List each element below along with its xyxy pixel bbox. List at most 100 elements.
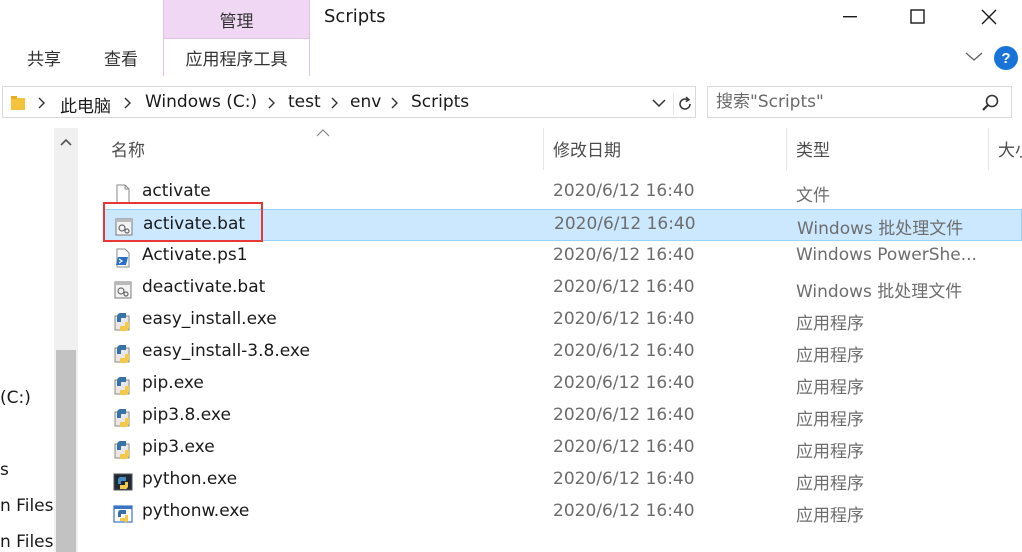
nav-item-program-files-x86[interactable]: n Files xyxy=(0,532,53,552)
breadcrumb-separator-icon[interactable] xyxy=(37,97,47,109)
breadcrumb-this-pc[interactable]: 此电脑 xyxy=(60,92,111,117)
tab-share[interactable]: 共享 xyxy=(12,38,76,76)
breadcrumb-drive-c[interactable]: Windows (C:) xyxy=(145,92,257,112)
file-name: pip.exe xyxy=(142,373,204,393)
file-type: 应用程序 xyxy=(796,378,864,398)
generic-file-icon xyxy=(116,184,130,204)
file-name: deactivate.bat xyxy=(142,277,266,297)
python-exe-icon xyxy=(114,376,130,396)
file-type: 应用程序 xyxy=(796,474,864,494)
file-type: 应用程序 xyxy=(796,506,864,526)
breadcrumb-scripts[interactable]: Scripts xyxy=(411,92,469,112)
breadcrumb-test[interactable]: test xyxy=(288,92,321,112)
file-date: 2020/6/12 16:40 xyxy=(553,373,695,393)
minimize-icon xyxy=(843,16,857,18)
breadcrumb-separator-icon[interactable] xyxy=(330,97,340,109)
file-type: 应用程序 xyxy=(796,314,864,334)
file-row[interactable]: deactivate.bat 2020/6/12 16:40 Windows 批… xyxy=(103,273,1022,305)
python-exe-icon xyxy=(114,408,130,428)
scroll-up-button[interactable] xyxy=(54,128,78,156)
batch-file-icon xyxy=(114,281,132,299)
file-row[interactable]: Activate.ps1 2020/6/12 16:40 Windows Pow… xyxy=(103,241,1022,273)
close-icon xyxy=(981,9,997,25)
batch-file-icon xyxy=(115,218,133,236)
help-button[interactable]: ? xyxy=(994,46,1018,70)
file-row[interactable]: pythonw.exe 2020/6/12 16:40 应用程序 xyxy=(103,497,1022,529)
file-name: easy_install.exe xyxy=(142,309,277,329)
file-row[interactable]: easy_install.exe 2020/6/12 16:40 应用程序 xyxy=(103,305,1022,337)
search-input[interactable] xyxy=(716,91,966,113)
file-date: 2020/6/12 16:40 xyxy=(553,437,695,457)
sort-ascending-icon xyxy=(316,129,330,137)
column-header-date-modified[interactable]: 修改日期 xyxy=(553,124,621,172)
file-name: Activate.ps1 xyxy=(142,245,248,265)
title-bar: 管理 Scripts xyxy=(0,0,1022,38)
navigation-scrollbar[interactable] xyxy=(54,128,78,552)
file-type: Windows 批处理文件 xyxy=(796,282,963,302)
chevron-up-icon xyxy=(60,138,72,146)
file-row[interactable]: python.exe 2020/6/12 16:40 应用程序 xyxy=(103,465,1022,497)
python-exe-icon xyxy=(114,312,130,332)
breadcrumb-separator-icon[interactable] xyxy=(390,97,400,109)
breadcrumb-separator-icon[interactable] xyxy=(267,97,277,109)
nav-item-drive-c[interactable]: (C:) xyxy=(0,388,31,408)
tab-application-tools[interactable]: 应用程序工具 xyxy=(163,38,310,76)
file-date: 2020/6/12 16:40 xyxy=(553,341,695,361)
maximize-button[interactable] xyxy=(894,0,942,34)
file-name: activate.bat xyxy=(143,214,246,234)
tab-view[interactable]: 查看 xyxy=(88,38,154,76)
refresh-button[interactable] xyxy=(673,93,695,115)
python-exe-icon xyxy=(114,344,130,364)
chevron-down-icon xyxy=(652,99,666,107)
address-history-dropdown[interactable] xyxy=(649,95,669,111)
search-icon[interactable] xyxy=(980,92,1002,114)
file-type: 应用程序 xyxy=(796,442,864,462)
nav-item-folder[interactable]: s xyxy=(0,460,9,480)
file-row[interactable]: pip3.8.exe 2020/6/12 16:40 应用程序 xyxy=(103,401,1022,433)
file-name: pip3.exe xyxy=(142,437,215,457)
file-name: python.exe xyxy=(142,469,238,489)
file-date: 2020/6/12 16:40 xyxy=(553,181,695,201)
file-list: 名称 修改日期 类型 大小 activate 2020/6/12 16:40 文… xyxy=(80,124,1022,552)
file-name: activate xyxy=(142,181,211,201)
file-date: 2020/6/12 16:40 xyxy=(553,405,695,425)
file-row-selected[interactable]: activate.bat 2020/6/12 16:40 Windows 批处理… xyxy=(103,209,1022,241)
expand-ribbon-button[interactable] xyxy=(962,48,986,66)
maximize-icon xyxy=(910,9,925,24)
file-row[interactable]: easy_install-3.8.exe 2020/6/12 16:40 应用程… xyxy=(103,337,1022,369)
folder-icon xyxy=(11,96,25,110)
file-type: Windows PowerShe... xyxy=(796,245,977,265)
minimize-button[interactable] xyxy=(826,0,874,34)
address-bar[interactable]: 此电脑 Windows (C:) test env Scripts xyxy=(2,86,696,118)
file-row[interactable]: pip3.exe 2020/6/12 16:40 应用程序 xyxy=(103,433,1022,465)
column-header-name[interactable]: 名称 xyxy=(111,124,145,172)
refresh-icon xyxy=(678,96,691,110)
file-row[interactable]: activate 2020/6/12 16:40 文件 xyxy=(103,177,1022,209)
column-divider[interactable] xyxy=(786,128,787,170)
file-type: 应用程序 xyxy=(796,410,864,430)
file-date: 2020/6/12 16:40 xyxy=(553,245,695,265)
file-date: 2020/6/12 16:40 xyxy=(553,309,695,329)
close-button[interactable] xyxy=(965,0,1013,34)
breadcrumb-env[interactable]: env xyxy=(350,92,381,112)
column-header-size[interactable]: 大小 xyxy=(998,124,1022,172)
column-divider[interactable] xyxy=(543,128,544,170)
search-box xyxy=(707,86,1012,118)
scrollbar-thumb[interactable] xyxy=(56,350,76,552)
nav-item-program-files[interactable]: n Files xyxy=(0,496,53,516)
file-date: 2020/6/12 16:40 xyxy=(553,469,695,489)
file-date: 2020/6/12 16:40 xyxy=(554,214,696,234)
column-header-type[interactable]: 类型 xyxy=(796,124,830,172)
file-name: pip3.8.exe xyxy=(142,405,231,425)
breadcrumb-separator-icon[interactable] xyxy=(123,97,133,109)
help-icon: ? xyxy=(1001,49,1011,67)
chevron-down-icon xyxy=(965,52,983,61)
file-date: 2020/6/12 16:40 xyxy=(553,501,695,521)
file-date: 2020/6/12 16:40 xyxy=(553,277,695,297)
python-exe-icon xyxy=(114,440,130,460)
file-row[interactable]: pip.exe 2020/6/12 16:40 应用程序 xyxy=(103,369,1022,401)
file-type: 应用程序 xyxy=(796,346,864,366)
column-divider[interactable] xyxy=(988,128,989,170)
file-name: pythonw.exe xyxy=(142,501,250,521)
powershell-file-icon xyxy=(116,248,130,268)
